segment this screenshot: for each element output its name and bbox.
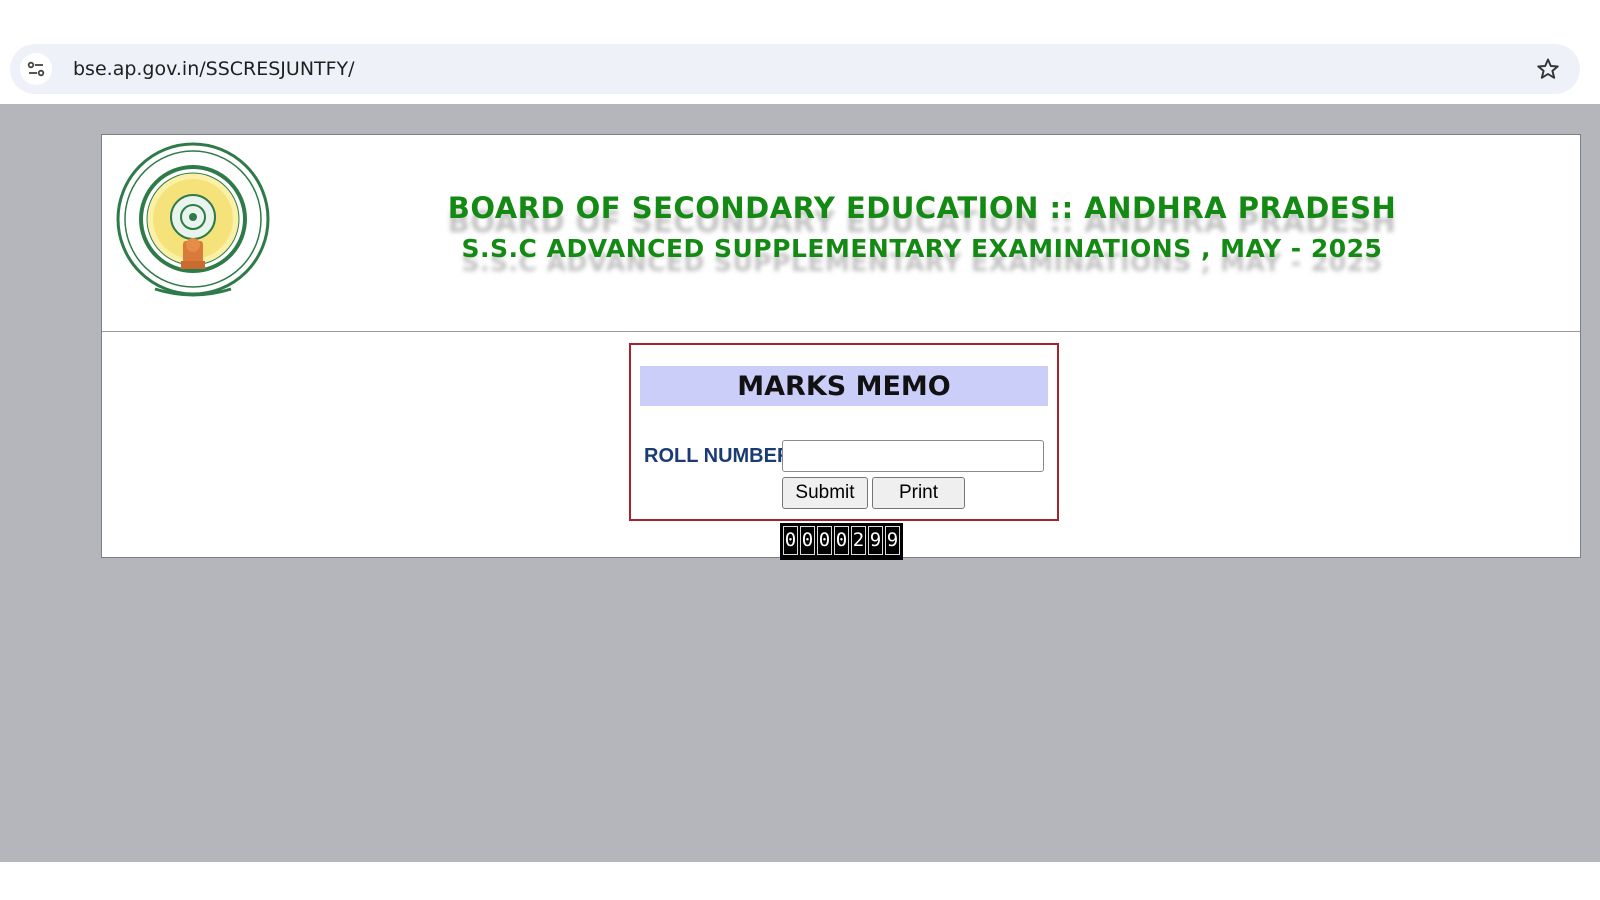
- tune-icon[interactable]: [20, 53, 52, 85]
- counter-digit: 0: [817, 526, 832, 555]
- url-text[interactable]: bse.ap.gov.in/SSCRESJUNTFY/: [73, 44, 355, 94]
- counter-digit: 9: [868, 526, 883, 555]
- roll-number-input[interactable]: [782, 440, 1044, 472]
- star-icon[interactable]: [1534, 55, 1562, 83]
- exam-title: S.S.C ADVANCED SUPPLEMENTARY EXAMINATION…: [461, 234, 1383, 263]
- browser-top-strip: [0, 0, 1600, 42]
- board-title: BOARD OF SECONDARY EDUCATION :: ANDHRA P…: [447, 191, 1397, 225]
- marks-memo-heading: MARKS MEMO: [640, 366, 1048, 406]
- print-button[interactable]: Print: [872, 477, 965, 509]
- counter-digit: 9: [885, 526, 900, 555]
- counter-digit: 2: [851, 526, 866, 555]
- roll-number-label: ROLL NUMBER: [644, 445, 792, 467]
- andhra-pradesh-emblem: [115, 141, 271, 313]
- page-header: BOARD OF SECONDARY EDUCATION :: ANDHRA P…: [102, 135, 1580, 332]
- page-container: BOARD OF SECONDARY EDUCATION :: ANDHRA P…: [101, 134, 1581, 560]
- counter-digit: 0: [834, 526, 849, 555]
- bottom-strip: [0, 862, 1600, 900]
- counter-digit: 0: [783, 526, 798, 555]
- address-bar[interactable]: bse.ap.gov.in/SSCRESJUNTFY/: [10, 44, 1580, 94]
- visitor-counter: 0 0 0 0 2 9 9: [780, 523, 903, 560]
- marks-memo-form: MARKS MEMO ROLL NUMBER Submit Print: [629, 343, 1059, 521]
- counter-digit: 0: [800, 526, 815, 555]
- header-titles: BOARD OF SECONDARY EDUCATION :: ANDHRA P…: [422, 190, 1422, 267]
- submit-button[interactable]: Submit: [782, 477, 868, 509]
